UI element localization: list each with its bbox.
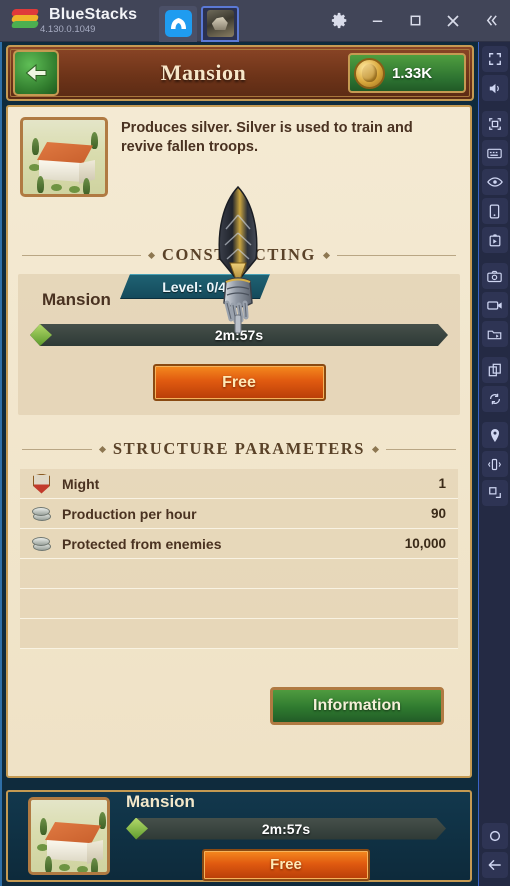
game-viewport: Mansion 1.33K Produces silver. Silver is… (0, 42, 478, 886)
window-layout-icon[interactable] (481, 480, 508, 506)
parameter-value: 1 (438, 476, 446, 491)
progress-fill (30, 324, 52, 346)
bluestacks-sidebar (478, 42, 510, 886)
speedup-free-button[interactable]: Free (152, 364, 326, 401)
media-folder-icon[interactable] (481, 321, 508, 347)
currency-counter[interactable]: 1.33K (348, 53, 466, 93)
tablet-icon[interactable] (481, 198, 508, 224)
dock-building-name: Mansion (126, 791, 195, 811)
table-row: Protected from enemies 10,000 (20, 529, 458, 559)
might-shield-icon (32, 473, 52, 494)
table-row: Might 1 (20, 469, 458, 499)
silver-coins-icon (32, 534, 52, 554)
shake-device-icon[interactable] (481, 451, 508, 477)
game-back-button[interactable] (13, 50, 59, 96)
window-controls (320, 0, 510, 42)
location-pin-icon[interactable] (481, 422, 508, 448)
fullscreen-icon[interactable] (481, 46, 508, 72)
parameters-section-header: Structure parameters (22, 429, 456, 459)
building-summary: Produces silver. Silver is used to train… (8, 107, 470, 197)
construction-time-remaining: 2m:57s (214, 327, 264, 343)
settings-button[interactable] (320, 0, 358, 42)
constructing-section-header: Constructing (22, 235, 457, 265)
dock-progress-bar: 2m:57s (126, 818, 446, 840)
mansion-building-icon (20, 117, 108, 197)
parameter-value: 10,000 (404, 536, 446, 551)
dock-speedup-free-label: Free (270, 856, 302, 873)
structure-parameters-list: Might 1 Production per hour 90 Protected… (20, 469, 458, 649)
back-arrow-icon[interactable] (481, 852, 508, 878)
parameters-section-title: Structure parameters (112, 439, 366, 458)
minimize-button[interactable] (358, 0, 396, 42)
rotate-sync-icon[interactable] (481, 386, 508, 412)
building-detail-panel: Produces silver. Silver is used to train… (6, 105, 472, 778)
app-version: 4.130.0.1049 (40, 23, 96, 35)
expand-arrows-icon[interactable] (481, 111, 508, 137)
table-row-empty (20, 559, 458, 589)
parameter-value: 90 (430, 506, 446, 521)
table-row: Production per hour 90 (20, 499, 458, 529)
parameter-label: Protected from enemies (62, 535, 222, 552)
multi-instance-icon[interactable] (481, 357, 508, 383)
title-bar: BlueStacks 4.130.0.1049 (0, 0, 510, 42)
table-row-empty (20, 619, 458, 649)
table-row-empty (20, 589, 458, 619)
currency-value: 1.33K (392, 64, 433, 82)
dock-time-remaining: 2m:57s (261, 820, 311, 837)
camera-icon[interactable] (481, 263, 508, 289)
speedup-free-label: Free (222, 373, 256, 391)
close-button[interactable] (434, 0, 472, 42)
parameter-label: Production per hour (62, 505, 197, 522)
gold-coin-icon (354, 57, 385, 89)
building-description: Produces silver. Silver is used to train… (121, 120, 413, 156)
volume-icon[interactable] (481, 75, 508, 101)
progress-fill (126, 818, 148, 840)
home-tab[interactable] (159, 5, 198, 42)
bluestacks-logo-icon (10, 8, 40, 33)
home-icon (164, 10, 192, 37)
game-tab[interactable] (201, 5, 240, 42)
construction-progress-bar: 2m:57s (30, 324, 448, 346)
maximize-button[interactable] (396, 0, 434, 42)
instance-tabs (159, 0, 240, 42)
parameter-label: Might (62, 475, 100, 492)
app-identity: BlueStacks 4.130.0.1049 (40, 5, 138, 35)
home-circle-icon[interactable] (481, 823, 508, 849)
construction-dock: Mansion 2m:57s Free (6, 790, 472, 882)
dock-speedup-free-button[interactable]: Free (202, 848, 370, 881)
collapse-button[interactable] (472, 0, 510, 42)
constructing-section-title: Constructing (162, 245, 316, 264)
building-level-banner: Level: 0/45 (120, 274, 270, 299)
app-name: BlueStacks (49, 5, 138, 23)
keyboard-icon[interactable] (481, 140, 508, 166)
silver-coins-icon (32, 504, 52, 524)
macro-play-icon[interactable] (481, 227, 508, 253)
game-thumbnail-icon (206, 10, 234, 37)
mansion-building-icon (28, 797, 110, 875)
game-header: Mansion 1.33K (6, 45, 474, 101)
information-label: Information (313, 697, 401, 714)
dock-content: Mansion 2m:57s Free (126, 792, 446, 881)
page-title: Mansion (160, 60, 247, 85)
building-level-label: Level: 0/45 (162, 278, 234, 295)
information-button[interactable]: Information (270, 687, 444, 725)
eye-icon[interactable] (481, 169, 508, 195)
bluestacks-window: BlueStacks 4.130.0.1049 Mansion 1.33K Pr… (0, 0, 510, 886)
video-recorder-icon[interactable] (481, 292, 508, 318)
